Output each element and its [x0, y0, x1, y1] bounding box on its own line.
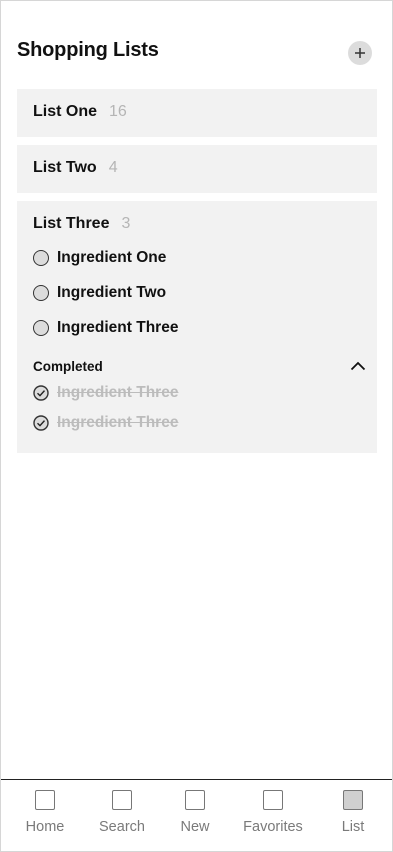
list-name: List Two [33, 159, 97, 176]
list-title: List One 16 [33, 103, 127, 121]
list-item[interactable]: Ingredient Three [33, 319, 178, 337]
list-count: 3 [121, 215, 131, 232]
tab-label: New [180, 819, 210, 835]
list-icon [343, 790, 363, 810]
home-icon [35, 790, 55, 810]
item-label: Ingredient Three [57, 414, 179, 431]
checked-circle-icon[interactable] [33, 385, 49, 401]
list-item[interactable]: Ingredient Two [33, 284, 166, 302]
unchecked-circle-icon[interactable] [33, 320, 49, 336]
tab-new[interactable]: New [175, 790, 215, 835]
list-title: List Three 3 [33, 215, 130, 233]
header: Shopping Lists [17, 37, 372, 69]
list-count: 16 [109, 103, 127, 120]
list-title: List Two 4 [33, 159, 118, 177]
collapse-completed-button[interactable] [349, 359, 367, 373]
tab-label: Home [25, 819, 65, 835]
item-label: Ingredient One [57, 249, 167, 266]
unchecked-circle-icon[interactable] [33, 285, 49, 301]
app-screen: Shopping Lists List One 16 List Two 4 Li… [0, 0, 393, 852]
item-label: Ingredient Three [57, 384, 179, 401]
search-icon [112, 790, 132, 810]
list-card-three[interactable]: List Three 3 Ingredient One Ingredient T… [17, 201, 377, 453]
checked-circle-icon[interactable] [33, 415, 49, 431]
tab-label: Favorites [243, 819, 303, 835]
tab-list[interactable]: List [335, 790, 371, 835]
list-item[interactable]: Ingredient One [33, 249, 166, 267]
tab-label: Search [99, 819, 145, 835]
new-icon [185, 790, 205, 810]
unchecked-circle-icon[interactable] [33, 250, 49, 266]
completed-item[interactable]: Ingredient Three [33, 384, 178, 402]
favorites-icon [263, 790, 283, 810]
list-card-two[interactable]: List Two 4 [17, 145, 377, 193]
list-count: 4 [108, 159, 118, 176]
item-label: Ingredient Three [57, 319, 179, 336]
tab-home[interactable]: Home [25, 790, 65, 835]
tab-favorites[interactable]: Favorites [239, 790, 307, 835]
tab-search[interactable]: Search [97, 790, 147, 835]
chevron-up-icon [350, 361, 366, 371]
bottom-tab-bar: Home Search New Favorites List [1, 779, 392, 851]
completed-section-label: Completed [33, 359, 103, 374]
list-name: List One [33, 103, 98, 120]
list-card-one[interactable]: List One 16 [17, 89, 377, 137]
page-title: Shopping Lists [17, 39, 159, 61]
add-list-button[interactable] [348, 41, 372, 65]
tab-label: List [341, 819, 365, 835]
list-name: List Three [33, 215, 110, 232]
item-label: Ingredient Two [57, 284, 167, 301]
plus-icon [355, 48, 365, 58]
completed-item[interactable]: Ingredient Three [33, 414, 178, 432]
